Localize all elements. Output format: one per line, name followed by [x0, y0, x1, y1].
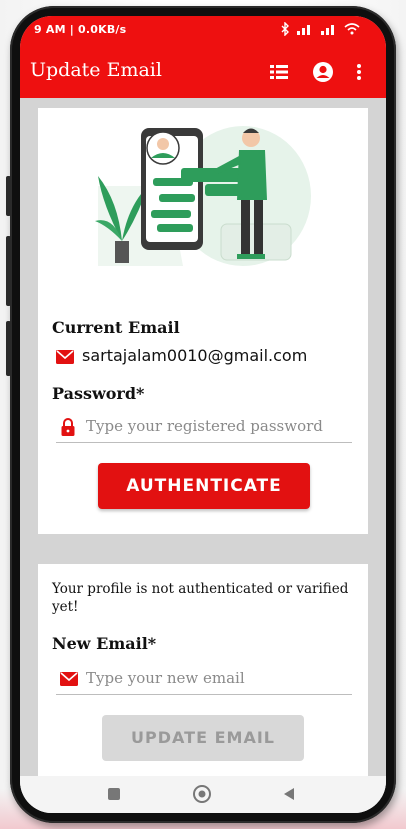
password-input[interactable]: Type your registered password [56, 414, 352, 443]
update-email-card: Your profile is not authenticated or var… [38, 564, 368, 780]
current-email-value: sartajalam0010@gmail.com [82, 346, 308, 365]
list-icon[interactable] [266, 59, 292, 85]
status-time: 9 AM | 0.0KB/s [34, 23, 127, 36]
lock-icon [61, 418, 75, 436]
phone-screen: 9 AM | 0.0KB/s Update Email Current Emai… [20, 16, 386, 813]
status-bar: 9 AM | 0.0KB/s [20, 16, 386, 44]
signal-icon [321, 25, 334, 35]
email-icon [60, 672, 78, 686]
password-label: Password* [52, 384, 145, 403]
new-email-placeholder: Type your new email [86, 669, 245, 687]
content-area: Current Email sartajalam0010@gmail.com P… [20, 98, 386, 813]
home-icon[interactable] [192, 784, 212, 804]
account-icon[interactable] [310, 59, 336, 85]
app-bar: Update Email [20, 44, 386, 98]
authenticate-button[interactable]: AUTHENTICATE [98, 463, 310, 509]
power-button [6, 321, 11, 376]
support-chat-illustration [95, 126, 311, 266]
update-email-button[interactable]: UPDATE EMAIL [102, 715, 304, 761]
volume-up-button [6, 176, 11, 216]
signal-icon [297, 25, 310, 35]
wifi-icon [344, 23, 360, 35]
new-email-input[interactable]: Type your new email [56, 666, 352, 695]
more-vert-icon[interactable] [352, 59, 366, 85]
authenticate-card: Current Email sartajalam0010@gmail.com P… [38, 108, 368, 534]
password-placeholder: Type your registered password [86, 417, 323, 435]
page-title: Update Email [30, 59, 162, 81]
current-email-label: Current Email [52, 318, 180, 337]
recents-icon[interactable] [106, 786, 122, 802]
authentication-status-message: Your profile is not authenticated or var… [52, 581, 349, 615]
new-email-label: New Email* [52, 634, 157, 653]
back-icon[interactable] [282, 786, 296, 802]
email-icon [56, 350, 74, 364]
bluetooth-icon [281, 22, 289, 36]
system-nav-bar [20, 776, 386, 813]
volume-down-button [6, 236, 11, 306]
